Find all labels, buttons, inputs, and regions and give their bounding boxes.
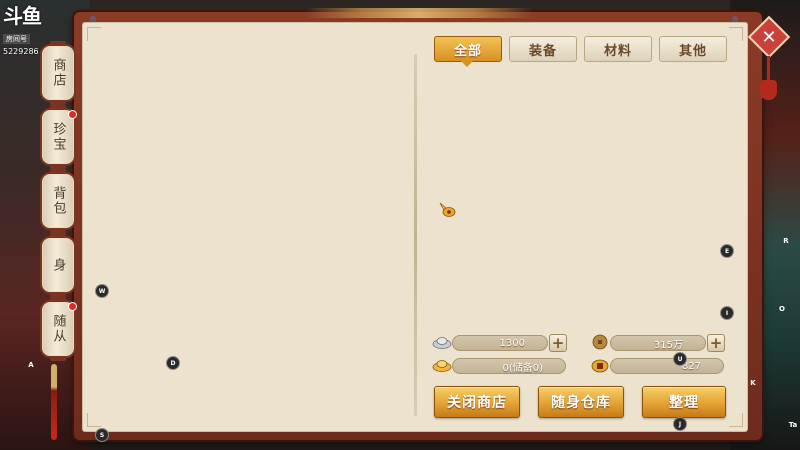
tab-materials[interactable]: 材料: [584, 36, 652, 62]
key-hint-s: S: [95, 428, 109, 442]
panel-corner: [87, 413, 101, 427]
gold-ingot-amount: 0(储备0): [502, 362, 543, 374]
gold-ingot-amount-bar: 0(储备0): [452, 358, 566, 374]
button-label: 整理: [669, 395, 699, 411]
gold-ingot-icon: [432, 360, 452, 372]
panel-divider: [414, 54, 417, 416]
side-tab-body[interactable]: 身: [40, 233, 76, 297]
notification-dot: [68, 110, 77, 119]
side-tab-follower[interactable]: 随从: [40, 297, 77, 361]
key-hint-d: D: [166, 356, 180, 370]
key-hint-k: K: [750, 379, 756, 387]
silver-amount: 1300: [499, 337, 525, 349]
key-hint-r: R: [783, 237, 789, 245]
gold-bag-icon: [591, 359, 609, 373]
tassel-ornament: [51, 364, 57, 440]
key-hint-u: U: [673, 352, 687, 366]
tab-equipment[interactable]: 装备: [509, 36, 577, 62]
tab-label: 其他: [678, 43, 707, 59]
room-label: 房间号: [3, 34, 30, 44]
side-tab-label: 背包: [50, 186, 66, 216]
panel-corner: [87, 27, 101, 41]
logo-mark: 斗鱼: [3, 4, 42, 28]
gold-bag-amount-bar: 827: [610, 358, 724, 374]
panel-corner: [729, 413, 743, 427]
tab-label: 全部: [453, 43, 482, 59]
add-silver-button[interactable]: +: [549, 334, 567, 352]
silver-ingot-icon: [432, 337, 452, 349]
tab-label: 装备: [528, 43, 557, 59]
panel-corner: [729, 27, 743, 41]
add-copper-button[interactable]: +: [707, 334, 725, 352]
notification-dot: [68, 302, 77, 311]
key-hint-i: I: [720, 306, 734, 320]
side-tab-backpack[interactable]: 背包: [40, 169, 76, 233]
key-hint-w: W: [95, 284, 109, 298]
button-label: 随身仓库: [551, 395, 611, 411]
side-tab-label: 随从: [50, 314, 66, 344]
key-hint-tab: Ta: [788, 421, 798, 429]
close-icon[interactable]: ✕: [754, 22, 784, 52]
button-label: 关闭商店: [447, 395, 507, 411]
tab-other[interactable]: 其他: [659, 36, 727, 62]
side-tab-shop[interactable]: 商店: [40, 41, 76, 105]
active-tab-pointer-icon: [461, 61, 473, 67]
close-shop-button[interactable]: 关闭商店: [434, 386, 520, 418]
portable-storage-button[interactable]: 随身仓库: [538, 386, 624, 418]
side-tab-label: 商店: [50, 58, 66, 88]
copper-coin-icon: [592, 334, 608, 350]
gold-pouch-item-icon[interactable]: [438, 200, 456, 218]
side-tab-treasure[interactable]: 珍宝: [40, 105, 77, 169]
key-hint-e: E: [720, 244, 734, 258]
side-tab-label: 珍宝: [50, 122, 66, 152]
tab-all[interactable]: 全部: [434, 36, 502, 62]
frame-top-ornament: [304, 8, 534, 18]
key-hint-a: A: [28, 361, 34, 369]
silver-amount-bar: 1300: [452, 335, 548, 351]
copper-amount: 315万: [653, 339, 683, 351]
chinese-knot-icon: [760, 80, 777, 100]
key-hint-o: O: [779, 305, 785, 313]
copper-amount-bar: 315万: [610, 335, 706, 351]
organize-button[interactable]: 整理: [642, 386, 726, 418]
key-hint-j: J: [673, 417, 687, 431]
tab-label: 材料: [603, 43, 632, 59]
side-tab-label: 身: [50, 257, 66, 273]
